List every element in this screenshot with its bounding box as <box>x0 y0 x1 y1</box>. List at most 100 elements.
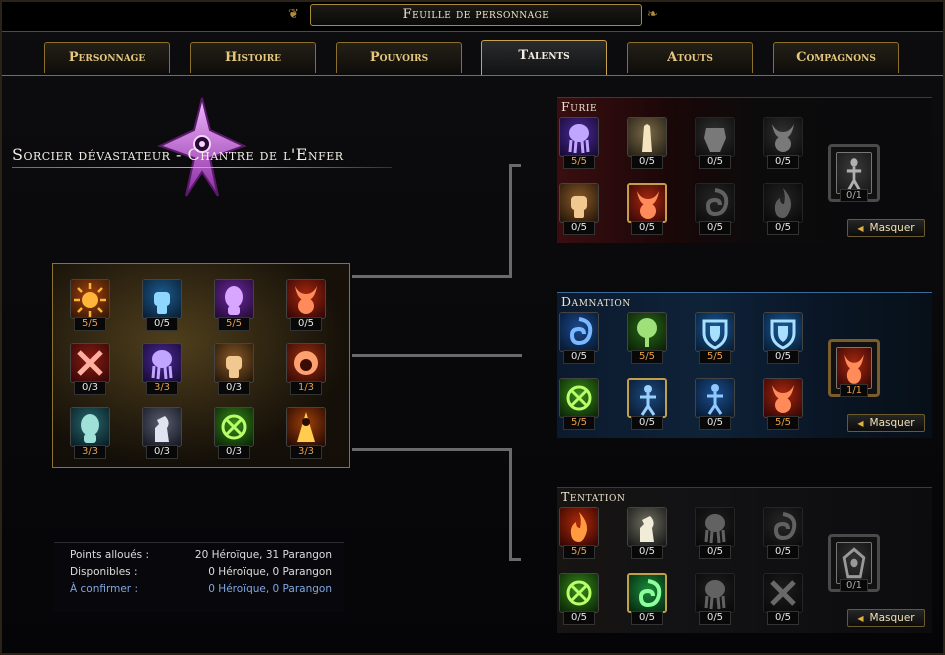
talent-slot[interactable]: 5/5 <box>68 279 112 337</box>
available-row: Disponibles : 0 Héroïque, 0 Parangon <box>70 566 344 583</box>
confirm-row: À confirmer : 0 Héroïque, 0 Parangon <box>70 583 344 600</box>
talent-slot[interactable]: 5/5 <box>557 117 601 175</box>
capstone-rank: 0/1 <box>840 189 868 202</box>
connector-tentation <box>352 448 512 451</box>
talent-rank: 0/5 <box>699 545 731 559</box>
talent-rank: 0/5 <box>290 317 322 331</box>
talent-slot[interactable]: 0/3 <box>68 343 112 401</box>
hide-button[interactable]: ◀ Masquer <box>847 219 925 237</box>
talent-slot[interactable]: 0/5 <box>625 507 669 565</box>
connector-damnation <box>352 354 522 357</box>
talent-rank: 0/5 <box>563 350 595 364</box>
tentacle-face-icon <box>695 573 735 613</box>
horned-demon-icon <box>286 279 326 319</box>
talent-slot[interactable]: 0/5 <box>693 378 737 436</box>
tab-pouvoirs[interactable]: Pouvoirs <box>336 42 462 73</box>
tree-title: Furie <box>561 99 598 114</box>
talent-rank: 0/5 <box>767 545 799 559</box>
swirl-rune-icon <box>695 183 735 223</box>
flame-icon <box>559 507 599 547</box>
talent-rank: 0/5 <box>631 611 663 625</box>
capstone-talent[interactable]: 0/1 <box>828 144 880 214</box>
talent-slot[interactable]: 3/3 <box>140 343 184 401</box>
goblin-head-icon <box>70 407 110 447</box>
talent-slot[interactable]: 0/5 <box>761 312 805 370</box>
talent-rank: 0/5 <box>563 611 595 625</box>
talent-slot[interactable]: 5/5 <box>212 279 256 337</box>
talent-slot[interactable]: 5/5 <box>557 378 601 436</box>
talent-slot[interactable]: 0/3 <box>212 343 256 401</box>
green-spiral-icon <box>627 573 667 613</box>
window-title: Feuille de personnage <box>310 4 642 26</box>
talent-slot[interactable]: 0/5 <box>625 378 669 436</box>
talent-slot[interactable]: 5/5 <box>625 312 669 370</box>
talent-slot[interactable]: 0/5 <box>761 183 805 241</box>
tab-talents[interactable]: Talents <box>481 40 607 75</box>
armored-knight-icon <box>627 507 667 547</box>
talent-rank: 0/5 <box>563 221 595 235</box>
talent-rank: 0/5 <box>631 545 663 559</box>
tab-compagnons[interactable]: Compagnons <box>773 42 899 73</box>
capstone-talent[interactable]: 0/1 <box>828 534 880 604</box>
talent-slot[interactable]: 5/5 <box>693 312 737 370</box>
talent-rank: 0/5 <box>767 155 799 169</box>
talent-slot[interactable]: 0/5 <box>693 507 737 565</box>
blue-dancer-icon <box>695 378 735 418</box>
talent-rank: 0/5 <box>146 317 178 331</box>
heroic-talent-grid: 5/5 0/5 5/5 0/5 0/3 3/3 0/3 1/3 3/3 0/3 0/3 3/3 <box>52 263 350 468</box>
talent-rank: 3/3 <box>146 381 178 395</box>
talent-rank: 0/5 <box>631 221 663 235</box>
sun-flame-icon <box>70 279 110 319</box>
talent-slot[interactable]: 0/5 <box>625 117 669 175</box>
arrow-left-icon: ◀ <box>857 419 864 428</box>
capstone-talent[interactable]: 1/1 <box>828 339 880 409</box>
talent-slot[interactable]: 0/5 <box>140 279 184 337</box>
talent-slot[interactable]: 5/5 <box>761 378 805 436</box>
connector-tentation-arrow <box>509 558 521 561</box>
talent-rank: 0/3 <box>146 445 178 459</box>
allocated-label: Points alloués : <box>70 549 150 561</box>
talent-slot[interactable]: 0/3 <box>140 407 184 465</box>
talent-slot[interactable]: 0/5 <box>625 573 669 631</box>
talent-rank: 0/5 <box>631 416 663 430</box>
talent-rank: 5/5 <box>218 317 250 331</box>
talent-slot[interactable]: 0/5 <box>693 117 737 175</box>
tab-atouts[interactable]: Atouts <box>627 42 753 73</box>
hide-button[interactable]: ◀ Masquer <box>847 414 925 432</box>
talent-slot[interactable]: 0/5 <box>693 183 737 241</box>
talent-rank: 0/5 <box>767 221 799 235</box>
talent-rank: 0/5 <box>767 611 799 625</box>
talent-slot[interactable]: 5/5 <box>557 507 601 565</box>
capstone-rank: 1/1 <box>840 384 868 397</box>
talent-slot[interactable]: 0/5 <box>557 312 601 370</box>
talent-rank: 0/5 <box>699 611 731 625</box>
tree-damnation: Damnation ◀ Masquer 0/5 5/5 5/5 0/5 5/5 0/5 0/5… <box>547 292 932 438</box>
talent-slot[interactable]: 0/3 <box>212 407 256 465</box>
talent-slot[interactable]: 0/5 <box>761 117 805 175</box>
allocated-row: Points alloués : 20 Héroïque, 31 Parango… <box>70 549 344 566</box>
talent-slot[interactable]: 0/5 <box>761 507 805 565</box>
tab-histoire[interactable]: Histoire <box>190 42 316 73</box>
talent-slot[interactable]: 0/5 <box>557 573 601 631</box>
connector-furie-arrow <box>509 164 521 167</box>
tree-title: Damnation <box>561 294 631 309</box>
talent-slot[interactable]: 0/5 <box>693 573 737 631</box>
talent-slot[interactable]: 1/3 <box>284 343 328 401</box>
green-rune-icon <box>214 407 254 447</box>
hide-button[interactable]: ◀ Masquer <box>847 609 925 627</box>
chess-knight-icon <box>142 407 182 447</box>
talent-slot[interactable]: 0/5 <box>284 279 328 337</box>
points-summary: Points alloués : 20 Héroïque, 31 Parango… <box>54 542 344 612</box>
bronze-fist-icon <box>559 183 599 223</box>
talent-slot[interactable]: 0/5 <box>761 573 805 631</box>
talent-slot[interactable]: 3/3 <box>68 407 112 465</box>
allocated-value: 20 Héroïque, 31 Parangon <box>194 549 332 561</box>
talent-slot[interactable]: 3/3 <box>284 407 328 465</box>
talent-slot[interactable]: 0/5 <box>625 183 669 241</box>
title-bar: ❦ Feuille de personnage ❧ <box>2 2 943 32</box>
talent-slot[interactable]: 0/5 <box>557 183 601 241</box>
tree-tentation: Tentation ◀ Masquer 5/5 0/5 0/5 0/5 0/5 0/5 0/5… <box>547 487 932 633</box>
praying-hands-icon <box>627 117 667 157</box>
tab-personnage[interactable]: Personnage <box>44 42 170 73</box>
talent-rank: 5/5 <box>767 416 799 430</box>
